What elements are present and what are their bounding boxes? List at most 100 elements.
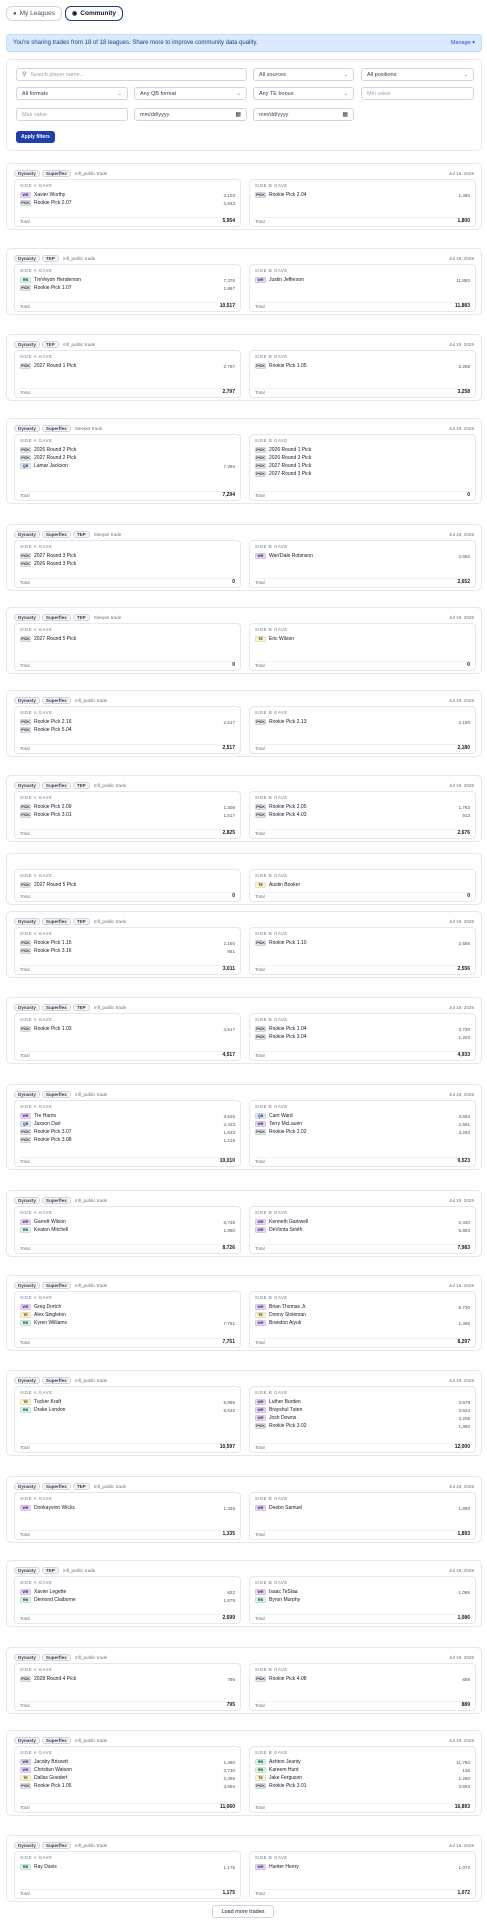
asset-row[interactable]: TE Alex Singleton xyxy=(20,1311,235,1319)
asset-row[interactable]: RB Kareem Hunt 136 xyxy=(255,1766,470,1774)
side-a-title: SIDE A GAVE xyxy=(20,1017,53,1022)
manage-link[interactable]: Manage ▾ xyxy=(451,40,475,46)
asset-row[interactable]: PICK Rookie Pick 4.03 913 xyxy=(255,811,470,819)
asset-row[interactable]: PICK 2027 Round 1 Pick 2,797 xyxy=(20,362,235,370)
asset-row[interactable]: QB Lamar Jackson 7,294 xyxy=(20,462,235,470)
asset-row[interactable]: PICK 2027 Round 1 Pick xyxy=(255,462,470,470)
tab-my-leagues[interactable]: ● My Leagues xyxy=(6,6,63,21)
asset-value: 1,850 xyxy=(458,1423,471,1429)
asset-row[interactable]: PICK Rookie Pick 2.04 1,480 xyxy=(255,191,470,199)
asset-row[interactable]: WR Kenneth Gainwell 2,440 xyxy=(255,1218,470,1226)
asset-row[interactable]: PICK Rookie Pick 4.08 889 xyxy=(255,1675,470,1683)
side-a-panel: SIDE A GAVE WR Garrett Wilson 6,736 RB Keaton… xyxy=(14,1206,241,1254)
asset-row[interactable]: PICK Rookie Pick 1.15 2,150 xyxy=(20,939,235,947)
qb-format-select[interactable]: Any QB format ⌄ xyxy=(134,87,247,100)
asset-row[interactable]: RB Byron Murphy xyxy=(255,1596,470,1604)
asset-row[interactable]: PICK Rookie Pick 1.04 3,730 xyxy=(255,1025,470,1033)
asset-row[interactable]: WR Deebo Samuel 1,893 xyxy=(255,1504,470,1512)
formats-select[interactable]: All formats ⌄ xyxy=(16,87,128,100)
asset-row[interactable]: WR Wan'Dale Robinson 2,652 xyxy=(255,552,470,560)
asset-row[interactable]: WR DeVonta Smith 5,853 xyxy=(255,1226,470,1234)
asset-row[interactable]: WR Terry McLaurin 2,581 xyxy=(255,1120,470,1128)
asset-row[interactable]: QB Jaxson Dart 3,423 xyxy=(20,1120,235,1128)
search-input[interactable]: ⚲ Search player name... xyxy=(16,68,247,81)
asset-name: Rookie Pick 1.15 xyxy=(34,940,72,946)
asset-row[interactable]: TE Eric Wilson xyxy=(255,635,470,643)
max-value-input[interactable]: Max value xyxy=(16,108,128,121)
asset-row[interactable]: RB Ashton Jeanty 11,784 xyxy=(255,1758,470,1766)
calendar-icon: ▦ xyxy=(342,112,348,118)
asset-row[interactable]: PICK Rookie Pick 3.01 1,517 xyxy=(20,811,235,819)
asset-row[interactable]: PICK Rookie Pick 3.16 861 xyxy=(20,947,235,955)
asset-row[interactable]: PICK 2026 Round 2 Pick xyxy=(20,446,235,454)
asset-row[interactable]: WR Hunter Henry 1,072 xyxy=(255,1863,470,1871)
asset-row[interactable]: PICK Rookie Pick 3.04 1,203 xyxy=(255,1033,470,1041)
asset-row[interactable]: TE Jake Ferguson 1,280 xyxy=(255,1774,470,1782)
asset-row[interactable]: PICK Rookie Pick 1.05 3,594 xyxy=(20,1782,235,1790)
asset-row[interactable]: RB Ray Davis 1,175 xyxy=(20,1863,235,1871)
asset-row[interactable]: WR Justin Jefferson 11,883 xyxy=(255,276,470,284)
asset-row[interactable]: PICK 2027 Round 3 Pick xyxy=(20,552,235,560)
asset-row[interactable]: PICK 2027 Round 5 Pick xyxy=(20,635,235,643)
asset-row[interactable]: PICK 2026 Round 1 Pick xyxy=(255,446,470,454)
load-more-button[interactable]: Load more trades xyxy=(212,1905,274,1918)
apply-filters-button[interactable]: Apply filters xyxy=(16,131,55,143)
asset-row[interactable]: PICK Rookie Pick 2.16 2,517 xyxy=(20,718,235,726)
asset-row[interactable]: PICK Rookie Pick 5.04 xyxy=(20,726,235,734)
asset-row[interactable]: RB TreVeyon Henderson 7,376 xyxy=(20,276,235,284)
date-to-input[interactable]: mm/dd/yyyy ▦ xyxy=(253,108,354,121)
sources-select[interactable]: All sources ⌄ xyxy=(253,68,354,81)
asset-row[interactable]: PICK Rookie Pick 2.09 1,308 xyxy=(20,803,235,811)
asset-row[interactable]: WR Josh Downs 3,208 xyxy=(255,1414,470,1422)
asset-row[interactable]: RB Kyren Williams 7,751 xyxy=(20,1319,235,1327)
asset-row[interactable]: PICK Rookie Pick 1.07 1,867 xyxy=(20,284,235,292)
tab-community[interactable]: ◉ Community xyxy=(65,6,124,21)
te-bonus-select[interactable]: Any TE bonus ⌄ xyxy=(253,87,354,100)
asset-row[interactable]: WR Tre Harris 3,526 xyxy=(20,1112,235,1120)
asset-row[interactable]: RB Keaton Mitchell 1,990 xyxy=(20,1226,235,1234)
asset-row[interactable]: PICK 2027 Round 5 Pick xyxy=(20,881,235,889)
asset-row[interactable]: RB Drake London 8,532 xyxy=(20,1406,235,1414)
asset-row[interactable]: TE Tucker Kraft 5,865 xyxy=(20,1398,235,1406)
trade-header xyxy=(14,859,474,867)
asset-row[interactable]: WR Donkayvion Wicks 1,335 xyxy=(20,1504,235,1512)
asset-row[interactable]: PICK Rookie Pick 2.05 1,763 xyxy=(255,803,470,811)
positions-select[interactable]: All positions ⌄ xyxy=(361,68,474,81)
trade-card: Dynasty Superflex mfl_public trade Jul 18, … xyxy=(6,690,482,757)
asset-row[interactable]: PICK Rookie Pick 2.02 3,283 xyxy=(255,1128,470,1136)
asset-row[interactable]: WR Jacoby Brissett 1,480 xyxy=(20,1758,235,1766)
asset-row[interactable]: WR Brandon Aiyuk 1,496 xyxy=(255,1319,470,1327)
asset-row[interactable]: PICK 2028 Round 4 Pick 795 xyxy=(20,1675,235,1683)
asset-row[interactable]: WR Luther Burden 3,679 xyxy=(255,1398,470,1406)
asset-row[interactable]: WR Isaac TeSlaa 1,086 xyxy=(255,1588,470,1596)
asset-row[interactable]: PICK Rookie Pick 1.10 2,556 xyxy=(255,939,470,947)
asset-row[interactable]: WR Xavier Worthy 3,103 xyxy=(20,191,235,199)
position-badge: PICK xyxy=(255,940,266,946)
asset-row[interactable]: PICK 2027 Round 3 Pick xyxy=(255,470,470,478)
asset-row[interactable]: PICK Rookie Pick 3.07 1,843 xyxy=(20,1128,235,1136)
asset-row[interactable]: PICK Rookie Pick 3.01 3,693 xyxy=(255,1782,470,1790)
asset-row[interactable]: PICK Rookie Pick 1.05 3,258 xyxy=(255,362,470,370)
min-value-input[interactable]: Min value xyxy=(361,87,474,100)
asset-row[interactable]: WR Xavier Legette 822 xyxy=(20,1588,235,1596)
asset-row[interactable]: WR Brayshul Tuten 3,624 xyxy=(255,1406,470,1414)
asset-row[interactable]: PICK Rookie Pick 3.08 1,218 xyxy=(20,1136,235,1144)
asset-row[interactable]: TE Donny Stoleman xyxy=(255,1311,470,1319)
asset-row[interactable]: WR Christian Watson 3,730 xyxy=(20,1766,235,1774)
asset-row[interactable]: QB Cam Ward 3,594 xyxy=(255,1112,470,1120)
asset-row[interactable]: TE Austin Booker xyxy=(255,881,470,889)
asset-row[interactable]: PICK Rookie Pick 2.07 2,843 xyxy=(20,199,235,207)
date-from-input[interactable]: mm/dd/yyyy ▦ xyxy=(134,108,247,121)
asset-row[interactable]: PICK 2026 Round 3 Pick xyxy=(20,560,235,568)
asset-row[interactable]: PICK Rookie Pick 3.02 1,850 xyxy=(255,1422,470,1430)
asset-row[interactable]: PICK 2026 Round 3 Pick xyxy=(255,454,470,462)
asset-row[interactable]: WR Greg Dortch xyxy=(20,1303,235,1311)
asset-row[interactable]: TE Dallas Goedert 2,256 xyxy=(20,1774,235,1782)
side-a-total: Total 7,294 xyxy=(20,491,235,498)
asset-row[interactable]: WR Garrett Wilson 6,736 xyxy=(20,1218,235,1226)
asset-row[interactable]: WR Brian Thomas Jr. 6,730 xyxy=(255,1303,470,1311)
asset-row[interactable]: PICK Rookie Pick 1.03 4,517 xyxy=(20,1025,235,1033)
asset-row[interactable]: PICK Rookie Pick 2.13 2,180 xyxy=(255,718,470,726)
asset-row[interactable]: RB Demond Claiborne 1,878 xyxy=(20,1596,235,1604)
asset-row[interactable]: PICK 2027 Round 2 Pick xyxy=(20,454,235,462)
